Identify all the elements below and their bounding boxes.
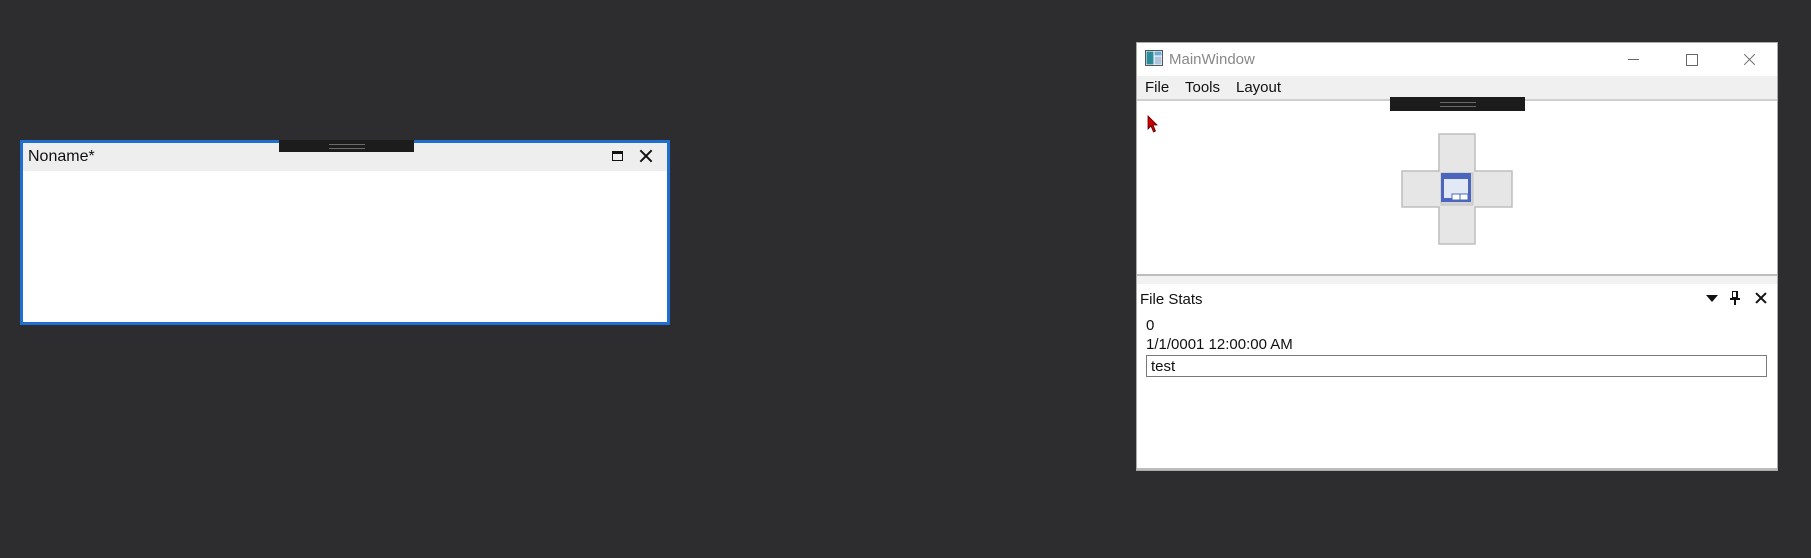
maximize-icon xyxy=(612,151,623,161)
file-stats-pane: File Stats 0 1/1/0001 12:00:00 AM xyxy=(1137,284,1777,470)
main-drag-handle[interactable] xyxy=(1390,97,1525,111)
floating-window-content xyxy=(23,171,667,322)
floating-maximize-button[interactable] xyxy=(607,145,629,167)
maximize-icon xyxy=(1686,54,1698,66)
file-text-input[interactable] xyxy=(1146,355,1767,377)
pane-splitter[interactable] xyxy=(1137,276,1777,284)
document-area xyxy=(1137,99,1777,276)
menu-bar: File Tools Layout xyxy=(1137,76,1777,99)
window-app-icon xyxy=(1145,50,1163,66)
maximize-button[interactable] xyxy=(1663,43,1719,76)
floating-window-title: Noname* xyxy=(28,148,95,165)
cursor-arrow-icon xyxy=(1147,115,1158,133)
pane-dropdown-button[interactable] xyxy=(1702,288,1722,308)
main-window-titlebar[interactable]: MainWindow xyxy=(1137,43,1777,76)
close-icon xyxy=(1743,53,1755,65)
menu-tools[interactable]: Tools xyxy=(1185,79,1220,96)
pane-pin-button[interactable] xyxy=(1726,288,1746,308)
close-icon xyxy=(1752,289,1770,307)
minimize-button[interactable] xyxy=(1605,43,1661,76)
floating-close-button[interactable] xyxy=(635,145,657,167)
file-date-value: 1/1/0001 12:00:00 AM xyxy=(1146,336,1293,353)
menu-layout[interactable]: Layout xyxy=(1236,79,1281,96)
main-window-title: MainWindow xyxy=(1169,51,1255,68)
floating-document-window[interactable]: Noname* xyxy=(20,140,670,325)
dock-center-icon[interactable] xyxy=(1401,133,1513,245)
file-size-value: 0 xyxy=(1146,317,1155,334)
close-button[interactable] xyxy=(1721,43,1777,76)
pin-icon xyxy=(1730,290,1742,306)
pane-close-button[interactable] xyxy=(1751,288,1771,308)
floating-drag-handle[interactable] xyxy=(279,140,414,152)
dropdown-icon xyxy=(1706,295,1718,302)
minimize-icon xyxy=(1628,59,1639,60)
file-stats-title: File Stats xyxy=(1140,291,1203,308)
close-icon xyxy=(635,145,657,167)
menu-file[interactable]: File xyxy=(1145,79,1169,96)
